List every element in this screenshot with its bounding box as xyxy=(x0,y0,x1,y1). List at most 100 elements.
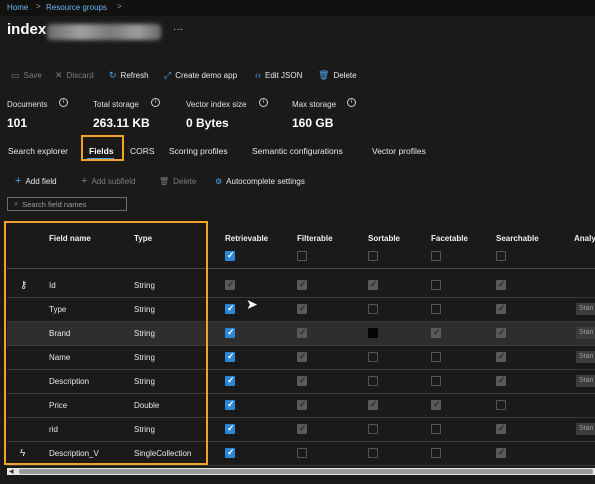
retrievable-checkbox[interactable] xyxy=(225,351,235,362)
facetable-checkbox[interactable] xyxy=(431,352,441,362)
field-name-cell[interactable]: Type xyxy=(49,305,66,314)
searchable-checkbox[interactable] xyxy=(496,375,506,386)
filterable-checkbox[interactable] xyxy=(297,375,307,386)
delete-field-button[interactable]: 🗑 Delete xyxy=(159,175,196,187)
field-name-cell[interactable]: Brand xyxy=(49,329,70,338)
searchable-checkbox[interactable] xyxy=(496,423,506,434)
tab-scoring-profiles[interactable]: Scoring profiles xyxy=(169,146,228,156)
select-all-facetable-checkbox[interactable] xyxy=(431,251,441,261)
create-demo-app-button[interactable]: ⤢ Create demo app xyxy=(164,69,237,81)
field-name-cell[interactable]: Id xyxy=(49,281,56,290)
col-header-type[interactable]: Type xyxy=(134,234,152,243)
select-all-retrievable-checkbox[interactable] xyxy=(225,250,235,261)
col-header-retrievable[interactable]: Retrievable xyxy=(225,234,268,243)
scrollbar-thumb[interactable] xyxy=(19,469,593,474)
sortable-checkbox[interactable] xyxy=(368,279,378,290)
breadcrumb-resource-groups-link[interactable]: Resource groups xyxy=(46,3,107,12)
mouse-cursor-icon: ➤ xyxy=(246,296,258,312)
retrievable-checkbox[interactable] xyxy=(225,303,235,314)
searchable-checkbox[interactable] xyxy=(496,447,506,458)
facetable-checkbox[interactable] xyxy=(431,448,441,458)
search-field-names-input[interactable]: ⌕ Search field names xyxy=(7,197,127,211)
sortable-checkbox[interactable] xyxy=(368,304,378,314)
refresh-button[interactable]: ↻ Refresh xyxy=(109,69,149,81)
filterable-checkbox[interactable] xyxy=(297,448,307,458)
select-all-searchable-checkbox[interactable] xyxy=(496,251,506,261)
info-icon[interactable]: i xyxy=(59,98,68,107)
sortable-checkbox[interactable] xyxy=(368,448,378,458)
search-icon: ⌕ xyxy=(14,199,19,208)
sortable-checkbox[interactable] xyxy=(368,352,378,362)
select-all-filterable-checkbox[interactable] xyxy=(297,251,307,261)
breadcrumb-home-link[interactable]: Home xyxy=(7,3,28,12)
tab-search-explorer[interactable]: Search explorer xyxy=(8,146,68,156)
searchable-checkbox[interactable] xyxy=(496,400,506,410)
filterable-checkbox[interactable] xyxy=(297,327,307,338)
analyzer-dropdown[interactable]: Stan xyxy=(576,423,595,435)
select-all-sortable-checkbox[interactable] xyxy=(368,251,378,261)
retrievable-checkbox[interactable] xyxy=(225,447,235,458)
field-name-cell[interactable]: rid xyxy=(49,425,58,434)
facetable-checkbox[interactable] xyxy=(431,327,441,338)
save-button[interactable]: ▭ Save xyxy=(11,69,42,81)
filterable-checkbox[interactable] xyxy=(297,279,307,290)
info-icon[interactable]: i xyxy=(151,98,160,107)
autocomplete-settings-button[interactable]: ⚙ Autocomplete settings xyxy=(215,175,305,187)
discard-button[interactable]: ✕ Discard xyxy=(55,69,94,81)
retrievable-checkbox[interactable] xyxy=(225,375,235,386)
retrievable-checkbox[interactable] xyxy=(225,279,235,290)
analyzer-dropdown[interactable]: Stan xyxy=(576,351,595,363)
more-options-button[interactable]: ··· xyxy=(173,24,183,35)
analyzer-dropdown[interactable]: Stan xyxy=(576,327,595,339)
retrievable-checkbox[interactable] xyxy=(225,423,235,434)
filterable-checkbox[interactable] xyxy=(297,303,307,314)
col-header-field-name[interactable]: Field name xyxy=(49,234,91,243)
facetable-checkbox[interactable] xyxy=(431,304,441,314)
field-name-cell[interactable]: Description_V xyxy=(49,449,99,458)
stat-max-storage-label: Max storage xyxy=(292,100,337,109)
sortable-checkbox[interactable] xyxy=(368,424,378,434)
analyzer-dropdown[interactable]: Stan xyxy=(576,303,595,315)
delete-index-button[interactable]: 🗑 Delete xyxy=(318,69,357,81)
sortable-checkbox[interactable] xyxy=(368,376,378,386)
analyzer-dropdown[interactable]: Stan xyxy=(576,375,595,387)
filterable-checkbox[interactable] xyxy=(297,351,307,362)
add-field-button[interactable]: + Add field xyxy=(15,175,57,187)
col-header-facetable[interactable]: Facetable xyxy=(431,234,468,243)
retrievable-checkbox[interactable] xyxy=(225,327,235,338)
filterable-checkbox[interactable] xyxy=(297,399,307,410)
facetable-checkbox[interactable] xyxy=(431,424,441,434)
scroll-left-icon[interactable]: ◀ xyxy=(9,468,14,475)
tab-cors[interactable]: CORS xyxy=(130,146,155,156)
stat-storage-label: Total storage xyxy=(93,100,139,109)
searchable-checkbox[interactable] xyxy=(496,327,506,338)
facetable-checkbox[interactable] xyxy=(431,399,441,410)
field-type-cell: SingleCollection xyxy=(134,449,192,458)
col-header-searchable[interactable]: Searchable xyxy=(496,234,539,243)
sortable-checkbox[interactable] xyxy=(368,399,378,410)
searchable-checkbox[interactable] xyxy=(496,279,506,290)
col-header-sortable[interactable]: Sortable xyxy=(368,234,400,243)
edit-json-label: Edit JSON xyxy=(265,70,303,80)
retrievable-checkbox[interactable] xyxy=(225,399,235,410)
field-name-cell[interactable]: Price xyxy=(49,401,67,410)
edit-json-button[interactable]: ‹› Edit JSON xyxy=(255,69,302,81)
col-header-filterable[interactable]: Filterable xyxy=(297,234,333,243)
searchable-checkbox[interactable] xyxy=(496,351,506,362)
sortable-checkbox[interactable] xyxy=(368,328,378,338)
filterable-checkbox[interactable] xyxy=(297,423,307,434)
col-header-analyzer[interactable]: Analy xyxy=(574,234,595,243)
info-icon[interactable]: i xyxy=(259,98,268,107)
info-icon[interactable]: i xyxy=(347,98,356,107)
facetable-checkbox[interactable] xyxy=(431,376,441,386)
horizontal-scrollbar[interactable]: ◀ xyxy=(7,468,595,475)
facetable-checkbox[interactable] xyxy=(431,280,441,290)
tab-vector-profiles[interactable]: Vector profiles xyxy=(372,146,426,156)
field-name-cell[interactable]: Name xyxy=(49,353,70,362)
searchable-checkbox[interactable] xyxy=(496,303,506,314)
add-subfield-button[interactable]: + Add subfield xyxy=(81,175,135,187)
delete-index-label: Delete xyxy=(333,70,357,80)
breadcrumb: Home > Resource groups > xyxy=(0,0,595,16)
tab-semantic-configurations[interactable]: Semantic configurations xyxy=(252,146,343,156)
field-name-cell[interactable]: Description xyxy=(49,377,89,386)
